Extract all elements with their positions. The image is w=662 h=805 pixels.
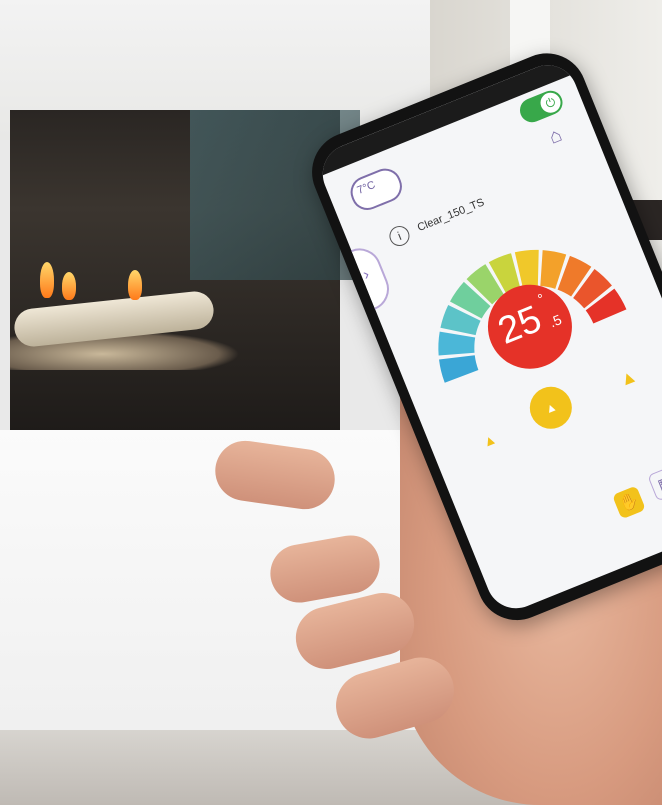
fire-flame bbox=[62, 272, 76, 300]
flame-up-icon: ▲ bbox=[542, 399, 559, 417]
info-icon[interactable]: i bbox=[386, 222, 413, 250]
schedule-icon[interactable]: ▦ bbox=[647, 465, 662, 502]
home-icon[interactable]: ⌂ bbox=[546, 119, 577, 150]
power-icon: ⏻ bbox=[537, 89, 564, 116]
degree-symbol: ° bbox=[535, 290, 547, 308]
fire-flame bbox=[40, 262, 54, 298]
device-name: Clear_150_TS bbox=[415, 196, 487, 235]
flame-icon[interactable]: ▲ bbox=[616, 365, 640, 391]
temperature-decimal: .5 bbox=[546, 311, 564, 331]
temperature-value: 25 bbox=[492, 298, 548, 353]
device-info: i Clear_150_TS bbox=[386, 192, 488, 250]
flame-icon[interactable]: ▲ bbox=[480, 430, 499, 450]
chevron-right-icon: › bbox=[360, 265, 372, 284]
fire-flame bbox=[128, 270, 142, 300]
hand-icon[interactable]: ✋ bbox=[612, 485, 646, 520]
